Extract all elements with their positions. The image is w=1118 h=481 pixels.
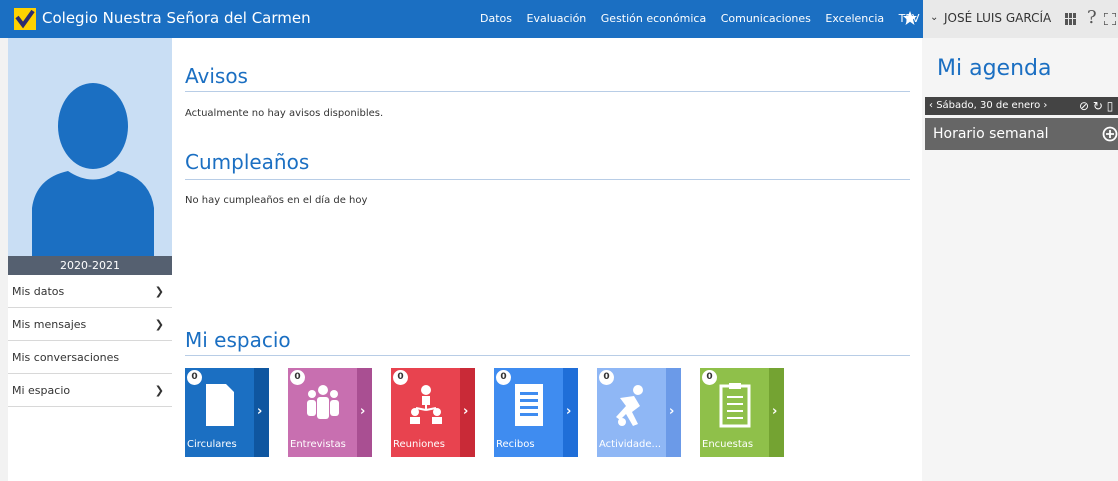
tile-label: Circulares	[187, 439, 237, 450]
cumpleanos-text: No hay cumpleaños en el día de hoy	[185, 195, 368, 206]
chevron-down-icon[interactable]: ❯	[155, 374, 164, 407]
sidebar-item-label: Mi espacio	[12, 384, 71, 397]
school-year-label: 2020-2021	[8, 256, 172, 275]
nav-gestion-economica[interactable]: Gestión económica	[601, 12, 706, 25]
user-menu[interactable]: ⌄ JOSÉ LUIS GARCÍA ?	[923, 0, 1118, 38]
chevron-down-icon[interactable]: ❯	[155, 275, 164, 308]
survey-icon	[719, 383, 751, 428]
tile-actividades[interactable]: › 0 Actividade...	[597, 368, 681, 457]
document-icon	[206, 384, 234, 426]
tile-label: Entrevistas	[290, 439, 346, 450]
sidebar-item-label: Mis conversaciones	[12, 351, 120, 364]
chevron-right-icon: ›	[566, 404, 572, 419]
favorites-star-icon[interactable]	[902, 10, 918, 26]
chevron-right-icon: ›	[669, 404, 675, 419]
nav-comunicaciones[interactable]: Comunicaciones	[721, 12, 811, 25]
nav-datos[interactable]: Datos	[480, 12, 512, 25]
tile-arrow-button[interactable]: ›	[357, 368, 372, 457]
avisos-title: Avisos	[185, 64, 248, 88]
user-name[interactable]: JOSÉ LUIS GARCÍA	[944, 11, 1051, 25]
sidebar-item-label: Mis mensajes	[12, 318, 87, 331]
add-circle-icon[interactable]	[1102, 126, 1118, 142]
main-content: Avisos Actualmente no hay avisos disponi…	[172, 38, 922, 481]
tile-arrow-button[interactable]: ›	[460, 368, 475, 457]
people-icon	[307, 385, 339, 419]
horario-semanal-bar[interactable]: Horario semanal	[925, 118, 1118, 150]
chevron-right-icon: ›	[463, 404, 469, 419]
tile-entrevistas[interactable]: › 0 Entrevistas	[288, 368, 372, 457]
tile-encuestas[interactable]: › 0 Encuestas	[700, 368, 784, 457]
sidebar-item-mis-datos[interactable]: Mis datos ❯	[8, 275, 172, 308]
tile-label: Encuestas	[702, 439, 754, 450]
tile-arrow-button[interactable]: ›	[563, 368, 578, 457]
sidebar-item-label: Mis datos	[12, 285, 65, 298]
meeting-icon	[410, 385, 442, 424]
chevron-down-icon[interactable]: ⌄	[930, 12, 938, 23]
person-silhouette-icon	[32, 83, 154, 274]
agenda-title: Mi agenda	[937, 56, 1052, 81]
activity-icon	[616, 385, 643, 426]
refresh-icon[interactable]: ↻	[1093, 99, 1103, 113]
tile-label: Recibos	[496, 439, 535, 450]
sidebar-item-mis-conversaciones[interactable]: Mis conversaciones	[8, 341, 172, 374]
avisos-text: Actualmente no hay avisos disponibles.	[185, 108, 384, 119]
fullscreen-icon[interactable]	[1104, 13, 1116, 25]
tile-arrow-button[interactable]: ›	[254, 368, 269, 457]
hide-eye-icon[interactable]: ⊘	[1079, 99, 1089, 113]
receipt-icon	[515, 384, 543, 426]
tile-circulares[interactable]: › 0 Circulares	[185, 368, 269, 457]
sidebar-item-mi-espacio[interactable]: Mi espacio ❯	[8, 374, 172, 407]
chevron-right-icon: ›	[772, 404, 778, 419]
help-icon[interactable]: ?	[1087, 7, 1097, 28]
tile-label: Reuniones	[393, 439, 445, 450]
divider	[185, 355, 910, 356]
date-navigator: ‹ Sábado, 30 de enero › ⊘ ↻ ▯	[925, 97, 1118, 115]
top-bar: Colegio Nuestra Señora del Carmen Datos …	[0, 0, 1118, 38]
agenda-date[interactable]: Sábado, 30 de enero	[936, 100, 1040, 111]
sidebar-item-mis-mensajes[interactable]: Mis mensajes ❯	[8, 308, 172, 341]
agenda-panel: Mi agenda ‹ Sábado, 30 de enero › ⊘ ↻ ▯ …	[922, 38, 1118, 481]
horario-label: Horario semanal	[933, 126, 1049, 142]
tile-recibos[interactable]: › 0 Recibos	[494, 368, 578, 457]
prev-day-icon[interactable]: ‹	[929, 100, 933, 111]
calendar-icon[interactable]: ▯	[1107, 99, 1114, 113]
mi-espacio-title: Mi espacio	[185, 328, 291, 352]
chevron-right-icon: ›	[360, 404, 366, 419]
main-nav: Datos Evaluación Gestión económica Comun…	[480, 12, 931, 25]
divider	[185, 91, 910, 92]
chevron-down-icon[interactable]: ❯	[155, 308, 164, 341]
school-name[interactable]: Colegio Nuestra Señora del Carmen	[42, 9, 311, 27]
cumpleanos-title: Cumpleaños	[185, 150, 310, 174]
tile-label: Actividade...	[599, 439, 662, 450]
divider	[185, 179, 910, 180]
user-avatar[interactable]	[8, 38, 172, 274]
tile-reuniones[interactable]: › 0 Reuniones	[391, 368, 475, 457]
tile-arrow-button[interactable]: ›	[769, 368, 784, 457]
tile-arrow-button[interactable]: ›	[666, 368, 681, 457]
nav-excelencia[interactable]: Excelencia	[825, 12, 884, 25]
apps-grid-icon[interactable]	[1065, 13, 1079, 25]
school-logo-icon[interactable]	[14, 8, 36, 30]
next-day-icon[interactable]: ›	[1043, 100, 1047, 111]
left-sidebar: 2020-2021 Mis datos ❯ Mis mensajes ❯ Mis…	[8, 38, 172, 481]
chevron-right-icon: ›	[257, 404, 263, 419]
nav-evaluacion[interactable]: Evaluación	[527, 12, 587, 25]
